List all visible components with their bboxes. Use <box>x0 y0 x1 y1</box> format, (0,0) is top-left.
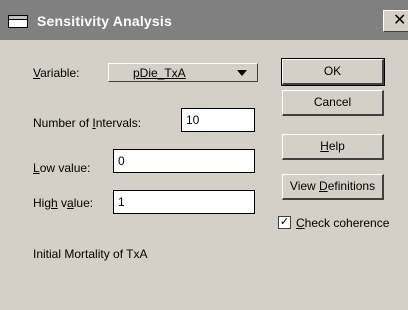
high-label-pre: Hig <box>33 196 52 210</box>
high-value-input[interactable]: 1 <box>113 190 255 214</box>
cancel-button[interactable]: Cancel <box>282 90 384 116</box>
intervals-label-pre: Number of <box>33 116 93 130</box>
low-label-accel: L <box>33 161 40 175</box>
view-definitions-post: efinitions <box>327 179 376 193</box>
high-value-label: High value: <box>33 196 93 210</box>
help-accel: H <box>320 139 329 153</box>
variable-dropdown[interactable]: pDie_TxA <box>108 63 258 82</box>
variable-selected-value: pDie_TxA <box>133 66 186 80</box>
variable-label: Variable: <box>33 66 79 80</box>
high-label-accel: h <box>51 196 58 210</box>
window-title: Sensitivity Analysis <box>37 13 172 29</box>
chevron-down-icon[interactable] <box>237 70 247 76</box>
check-coherence-accel: C <box>296 216 305 230</box>
low-value-label: Low value: <box>33 161 90 175</box>
intervals-label-post: ntervals: <box>95 116 142 130</box>
help-button[interactable]: Help <box>282 134 384 160</box>
intervals-label: Number of Intervals: <box>33 116 141 130</box>
check-coherence-text: heck coherence <box>304 216 390 230</box>
check-coherence-checkbox[interactable]: ✓ <box>278 216 291 229</box>
view-definitions-button[interactable]: View Definitions <box>282 174 384 200</box>
check-coherence-label[interactable]: Check coherence <box>296 216 389 230</box>
high-label-accel2: a <box>67 196 74 210</box>
view-definitions-pre: View <box>289 179 320 193</box>
view-definitions-accel: D <box>319 179 328 193</box>
ok-button[interactable]: OK <box>281 58 385 86</box>
intervals-input[interactable]: 10 <box>181 108 255 132</box>
sensitivity-analysis-dialog: Sensitivity Analysis ✕ Variable: pDie_Tx… <box>0 0 408 310</box>
low-value-input[interactable]: 0 <box>113 149 255 173</box>
title-bar[interactable]: Sensitivity Analysis ✕ <box>0 0 408 40</box>
variable-description: Initial Mortality of TxA <box>33 247 148 261</box>
low-label-post: ow value: <box>39 161 91 175</box>
window-icon <box>8 15 28 28</box>
high-label-mid: v <box>57 196 68 210</box>
variable-label-text: ariable: <box>40 66 80 80</box>
high-label-post: lue: <box>73 196 94 210</box>
help-text: elp <box>328 139 345 153</box>
close-button[interactable]: ✕ <box>383 10 408 32</box>
